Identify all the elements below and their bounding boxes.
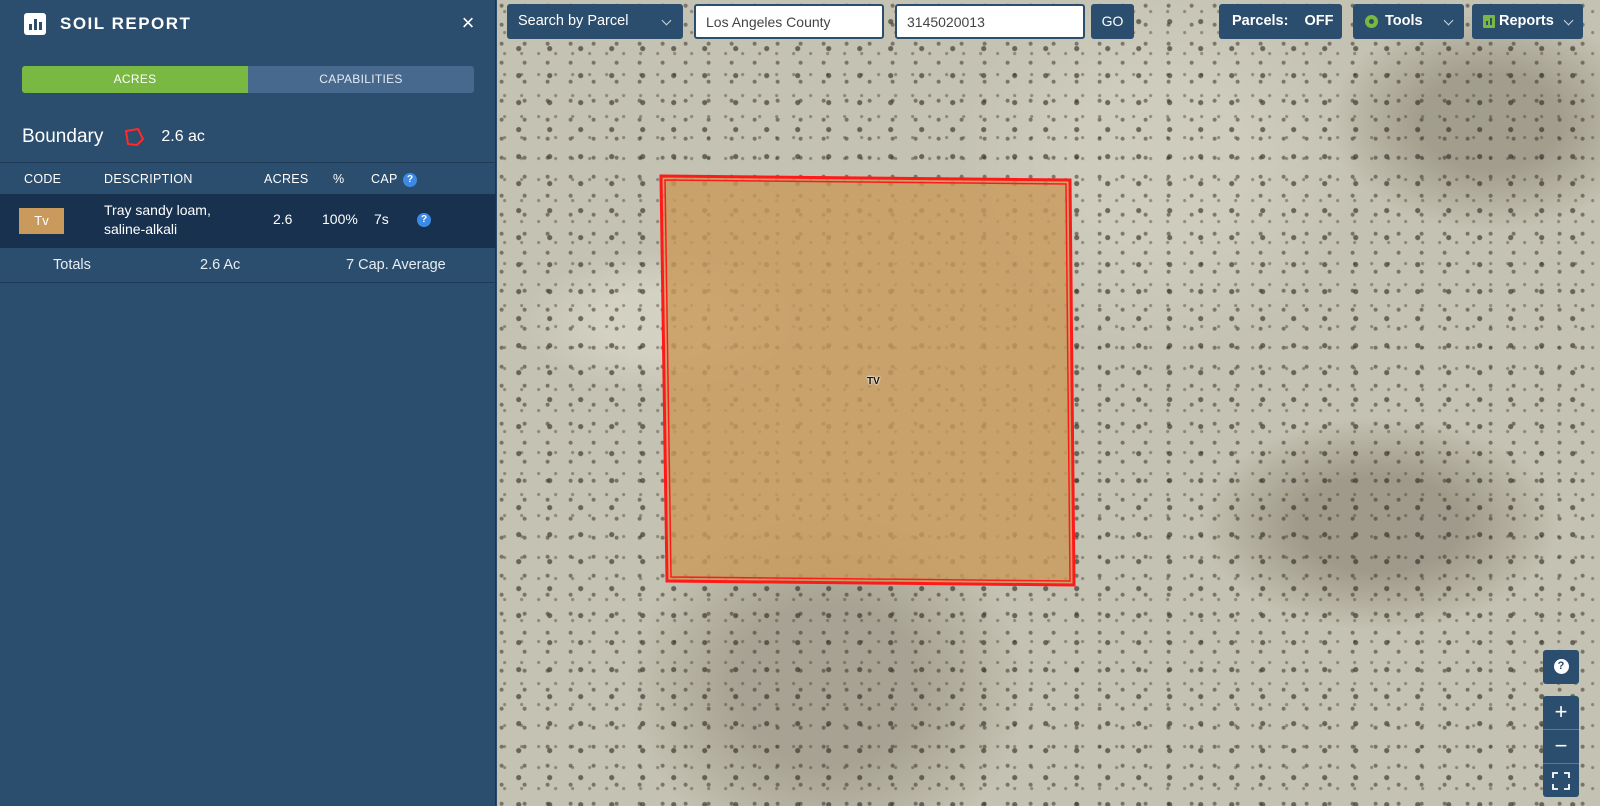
boundary-label: Boundary [22,126,104,147]
fullscreen-button[interactable] [1543,763,1579,797]
boundary-polygon-icon [125,128,145,146]
soil-code-swatch: Tv [19,208,64,234]
map-help-button[interactable]: ? [1543,650,1579,684]
parcel-overlay [659,174,1076,587]
parcels-state: OFF [1304,13,1334,29]
col-code: CODE [24,172,62,186]
report-tabs: ACRES CAPABILITIES [22,66,474,93]
tools-label: Tools [1385,13,1423,29]
totals-acres: 2.6 Ac [200,257,241,273]
reports-label: Reports [1499,13,1554,29]
panel-header: SOIL REPORT × [0,0,496,48]
boundary-acres: 2.6 ac [161,128,205,145]
totals-row: Totals 2.6 Ac 7 Cap. Average [0,248,496,283]
chevron-down-icon [1443,15,1454,26]
soil-percent: 100% [322,211,358,227]
zoom-in-button[interactable]: + [1543,696,1579,730]
row-help-icon[interactable]: ? [415,210,431,227]
chevron-down-icon [1563,15,1574,26]
go-button[interactable]: GO [1091,4,1134,39]
soil-cap: 7s [374,211,389,227]
panel-title: SOIL REPORT [60,14,192,33]
boundary-summary: Boundary 2.6 ac [22,122,205,152]
table-row[interactable]: Tv Tray sandy loam, saline-alkali 2.6 10… [0,194,496,248]
soil-map-label: TV [867,376,880,387]
totals-cap-average: 7 Cap. Average [346,257,446,273]
satellite-map[interactable]: TV [497,0,1600,806]
report-chart-icon [1483,15,1495,28]
help-icon: ? [1553,659,1569,674]
soil-acres: 2.6 [273,211,293,227]
tab-capabilities[interactable]: CAPABILITIES [248,66,474,93]
close-icon[interactable]: × [456,10,480,36]
soil-report-panel: SOIL REPORT × ACRES CAPABILITIES Boundar… [0,0,496,806]
parcels-toggle[interactable]: Parcels: OFF [1219,4,1342,39]
totals-label: Totals [53,257,91,273]
soil-description: Tray sandy loam, saline-alkali [104,202,211,237]
parcel-number-input[interactable] [895,4,1085,39]
cap-help-icon[interactable]: ? [403,173,418,187]
reports-menu[interactable]: Reports [1472,4,1583,39]
parcels-label: Parcels: [1232,13,1289,29]
col-cap-label: CAP [371,172,398,186]
fullscreen-icon [1552,772,1570,790]
search-mode-select[interactable]: Search by Parcel [507,4,683,39]
tab-acres[interactable]: ACRES [22,66,248,93]
tools-menu[interactable]: Tools [1353,4,1464,39]
gear-icon [1365,15,1378,28]
search-mode-value: Search by Parcel [518,13,629,29]
chevron-down-icon [661,15,672,26]
col-acres: ACRES [264,172,309,186]
zoom-out-button[interactable]: − [1543,729,1579,763]
soil-table-header: CODE DESCRIPTION ACRES % CAP ? [0,162,496,194]
bar-chart-icon [24,13,46,35]
col-cap: CAP ? [371,172,418,187]
col-description: DESCRIPTION [104,172,193,186]
col-percent: % [333,172,345,186]
county-input[interactable] [694,4,884,39]
